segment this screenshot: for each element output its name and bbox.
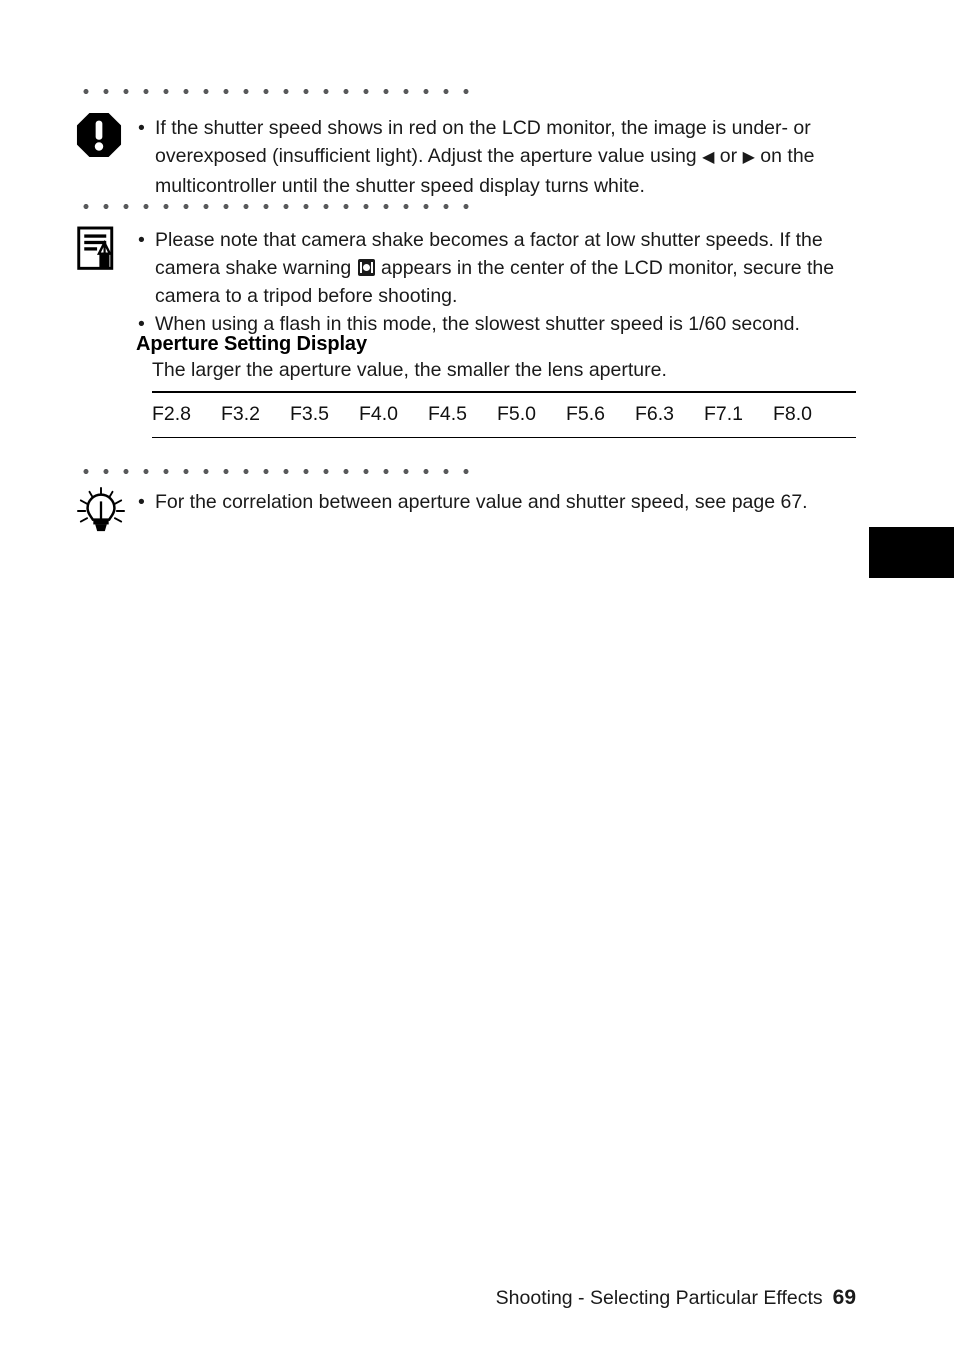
aperture-value-cell: F8.0 (773, 403, 813, 426)
bullet-text: For the correlation between aperture val… (155, 491, 808, 513)
right-arrow-icon: ▶ (742, 149, 755, 166)
tip-lightbulb-icon (76, 487, 126, 539)
page-number: 69 (832, 1286, 856, 1309)
aperture-value-table: F2.8 F3.2 F3.5 F4.0 F4.5 F5.0 F5.6 F6.3 F7.1 F8.0 (152, 391, 856, 439)
manual-page: • If the shutter speed shows in red on t… (0, 0, 954, 1352)
dotted-separator-2 (76, 204, 474, 209)
aperture-value-cell: F7.1 (704, 403, 744, 426)
bullet-item: • If the shutter speed shows in red on t… (136, 114, 854, 200)
aperture-subtitle: The larger the aperture value, the small… (152, 359, 667, 381)
footer-title: Shooting - Selecting Particular Effects (495, 1287, 823, 1309)
bullet-text: If the shutter speed shows in red on the… (155, 117, 815, 197)
page-title: Aperture Setting Display (136, 333, 367, 355)
note-callout-text: • Please note that camera shake becomes … (136, 226, 854, 338)
warning-octagon-icon (76, 112, 126, 164)
camera-shake-warning-icon (357, 259, 375, 276)
dotted-separator-3 (76, 469, 474, 474)
aperture-value-cell: F4.5 (428, 403, 468, 426)
bullet-marker: • (138, 491, 145, 513)
aperture-value-cell: F6.3 (635, 403, 675, 426)
page-footer: Shooting - Selecting Particular Effects 6… (0, 1286, 856, 1310)
bullet-marker: • (138, 229, 145, 251)
aperture-value-cell: F3.5 (290, 403, 330, 426)
bullet-item: • Please note that camera shake becomes … (136, 226, 854, 310)
chapter-thumb-tab (869, 527, 954, 578)
note-document-pencil-icon (76, 226, 126, 278)
bullet-item: • For the correlation between aperture v… (136, 488, 854, 516)
table-row: F2.8 F3.2 F3.5 F4.0 F4.5 F5.0 F5.6 F6.3 F7.1 F8.0 (152, 393, 856, 437)
bullet-text: Please note that camera shake becomes a … (155, 229, 835, 307)
aperture-value-cell: F4.0 (359, 403, 399, 426)
bullet-marker: • (138, 117, 145, 139)
table-bottom-rule (152, 436, 856, 439)
aperture-value-cell: F2.8 (152, 403, 192, 426)
aperture-value-cell: F5.6 (566, 403, 606, 426)
aperture-value-cell: F3.2 (221, 403, 261, 426)
dotted-separator-1 (76, 89, 474, 94)
warning-callout-text: • If the shutter speed shows in red on t… (136, 114, 854, 200)
tip-callout-text: • For the correlation between aperture v… (136, 488, 854, 516)
aperture-value-cell: F5.0 (497, 403, 537, 426)
bullet-text: When using a flash in this mode, the slo… (155, 313, 800, 335)
left-arrow-icon: ◀ (702, 149, 715, 166)
